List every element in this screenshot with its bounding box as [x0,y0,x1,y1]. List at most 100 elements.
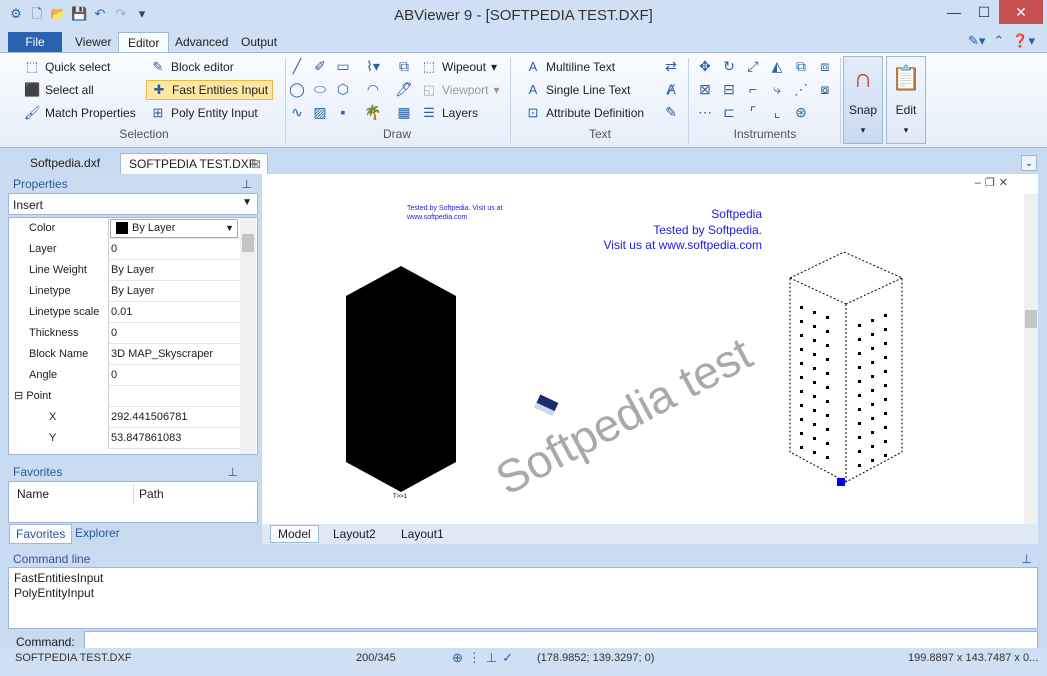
brush-icon[interactable]: ✎▾ [968,33,985,49]
small-text-line-2[interactable]: www.softpedia.com [406,214,467,221]
canvas-scrollbar[interactable] [1024,194,1038,524]
text-pen-icon[interactable]: ✎ [662,103,680,121]
fillet-icon[interactable]: ⌜ [744,103,762,121]
viewport-button[interactable]: ◱ Viewport ▾ [421,80,500,100]
drawing-canvas[interactable]: T>>1 Tested by Softpedia. Visit us at ww… [262,174,1038,524]
attribute-definition-button[interactable]: ⊡ Attribute Definition [525,103,645,123]
property-row[interactable]: X 292.441506781 [10,407,240,428]
object-type-select[interactable]: Insert ▼ [8,193,258,215]
canvas-window-controls[interactable]: –❐✕ [975,176,1012,189]
pen-icon[interactable]: 🖊 [395,80,413,98]
property-row[interactable]: Layer 0 [10,239,240,260]
line-icon[interactable]: ╱ [288,57,306,75]
move-icon[interactable]: ✥ [696,57,714,75]
doc-tab-softpedia-test[interactable]: SOFTPEDIA TEST.DXF ⊠ [120,153,268,174]
break-icon[interactable]: ⋰ [792,80,810,98]
text-edit-icon[interactable]: Ⱥ [662,80,680,98]
tab-layout1[interactable]: Layout1 [401,527,444,541]
property-row[interactable]: Linetype By Layer [10,281,240,302]
wipeout-button[interactable]: ⬚ Wipeout ▾ [421,57,497,77]
tab-list-icon[interactable]: ⌄ [1021,155,1037,171]
close-button[interactable]: ✕ [999,0,1043,24]
quick-select-button[interactable]: ⬚ Quick select [24,57,111,77]
collapse-ribbon-icon[interactable]: ⌃ [993,33,1004,49]
select-all-button[interactable]: ⬛ Select all [24,80,94,100]
scale-icon[interactable]: ⤢ [744,57,762,75]
circle-icon[interactable]: ◯ [288,80,306,98]
block-editor-button[interactable]: ✎ Block editor [150,57,234,77]
pin-icon[interactable]: ⊥ [1022,551,1032,567]
pin-icon[interactable]: ⊥ [242,176,252,192]
offset-icon[interactable]: ⋯ [696,103,714,121]
ellipse-icon[interactable]: ⬭ [311,80,329,98]
text-tested[interactable]: Tested by Softpedia. [653,223,762,237]
extend-icon[interactable]: ⤷ [768,80,786,98]
explode-icon[interactable]: ⊠ [696,80,714,98]
edit-button[interactable]: 📋 Edit ▾ [886,56,926,144]
mirror-icon[interactable]: ◭ [768,57,786,75]
property-row[interactable]: Thickness 0 [10,323,240,344]
property-row-point[interactable]: ⊟ Point [10,386,240,407]
fillet-corner-icon[interactable]: ⌞ [768,103,786,121]
tab-editor[interactable]: Editor [118,32,170,52]
polygon-icon[interactable]: ⬡ [334,80,352,98]
spline-icon[interactable]: ∿ [288,103,306,121]
image-icon[interactable]: 🌴 [364,103,382,121]
tab-output[interactable]: Output [232,32,286,52]
text-softpedia[interactable]: Softpedia [711,207,762,221]
layers-button[interactable]: ☰ Layers [421,103,478,123]
snap-button[interactable]: ∩ Snap ▾ [843,56,883,144]
rotate-icon[interactable]: ↻ [720,57,738,75]
trim-icon[interactable]: ⌐ [744,80,762,98]
small-text-line-1[interactable]: Tested by Softpedia. Visit us at [407,205,503,212]
table-icon[interactable]: ▦ [395,103,413,121]
doc-tab-softpedia[interactable]: Softpedia.dxf [22,153,108,174]
property-row[interactable]: Angle 0 [10,365,240,386]
match-properties-button[interactable]: 🖌 Match Properties [24,103,136,123]
explorer-tab[interactable]: Explorer [75,524,120,544]
drawing-svg[interactable]: T>>1 Tested by Softpedia. Visit us at ww… [262,174,1038,524]
collapse-icon[interactable]: ⊟ [14,390,23,402]
tab-layout2[interactable]: Layout2 [333,527,376,541]
pin-icon[interactable]: ⊥ [228,464,238,480]
property-row[interactable]: Y 53.847861083 [10,428,240,449]
polyline-icon[interactable]: ⌇▾ [364,57,382,75]
snap-mode-icons[interactable]: ⊕⋮⊥✓ [452,650,518,666]
chamfer-icon[interactable]: ⊏ [720,103,738,121]
join-icon[interactable]: ⧇ [816,80,834,98]
pencil-icon[interactable]: ✐ [311,57,329,75]
property-row[interactable]: Linetype scale 0.01 [10,302,240,323]
tab-viewer[interactable]: Viewer [66,32,120,52]
poly-entity-input-button[interactable]: ⊞ Poly Entity Input [150,103,258,123]
text-style-icon[interactable]: ⇄ [662,57,680,75]
copy-icon[interactable]: ⧉ [792,57,810,75]
properties-scrollbar[interactable] [240,218,256,454]
property-row[interactable]: Block Name 3D MAP_Skyscraper [10,344,240,365]
property-row[interactable]: Line Weight By Layer [10,260,240,281]
array-icon[interactable]: ⧈ [816,57,834,75]
tab-file[interactable]: File [8,32,62,52]
rectangle-icon[interactable]: ▭ [334,57,352,75]
property-row[interactable]: Color By Layer ▼ [10,218,240,239]
skyscraper-wireframe[interactable] [789,251,903,483]
tab-advanced[interactable]: Advanced [166,32,237,52]
fast-entities-input-button[interactable]: ✚ Fast Entities Input [146,80,274,100]
point-icon[interactable]: ▪ [334,103,352,121]
grip-handle[interactable] [837,478,845,486]
hatch-icon[interactable]: ▨ [311,103,329,121]
hatch-copy-icon[interactable]: ⧉ [395,57,413,75]
minimize-button[interactable]: — [939,0,969,24]
multiline-text-button[interactable]: A Multiline Text [525,57,615,77]
image-thumbnail[interactable] [534,394,559,416]
align-icon[interactable]: ⊛ [792,103,810,121]
tab-model[interactable]: Model [270,525,319,543]
arc-icon[interactable]: ◠ [364,80,382,98]
stretch-icon[interactable]: ⊟ [720,80,738,98]
skyscraper-solid[interactable] [346,266,456,492]
single-line-text-button[interactable]: A Single Line Text [525,80,631,100]
text-visit[interactable]: Visit us at www.softpedia.com [603,238,762,252]
close-tab-icon[interactable]: ⊠ [251,154,261,174]
maximize-button[interactable]: ☐ [969,0,999,24]
help-icon[interactable]: ❓▾ [1012,33,1035,49]
favorites-tab[interactable]: Favorites [9,524,73,544]
